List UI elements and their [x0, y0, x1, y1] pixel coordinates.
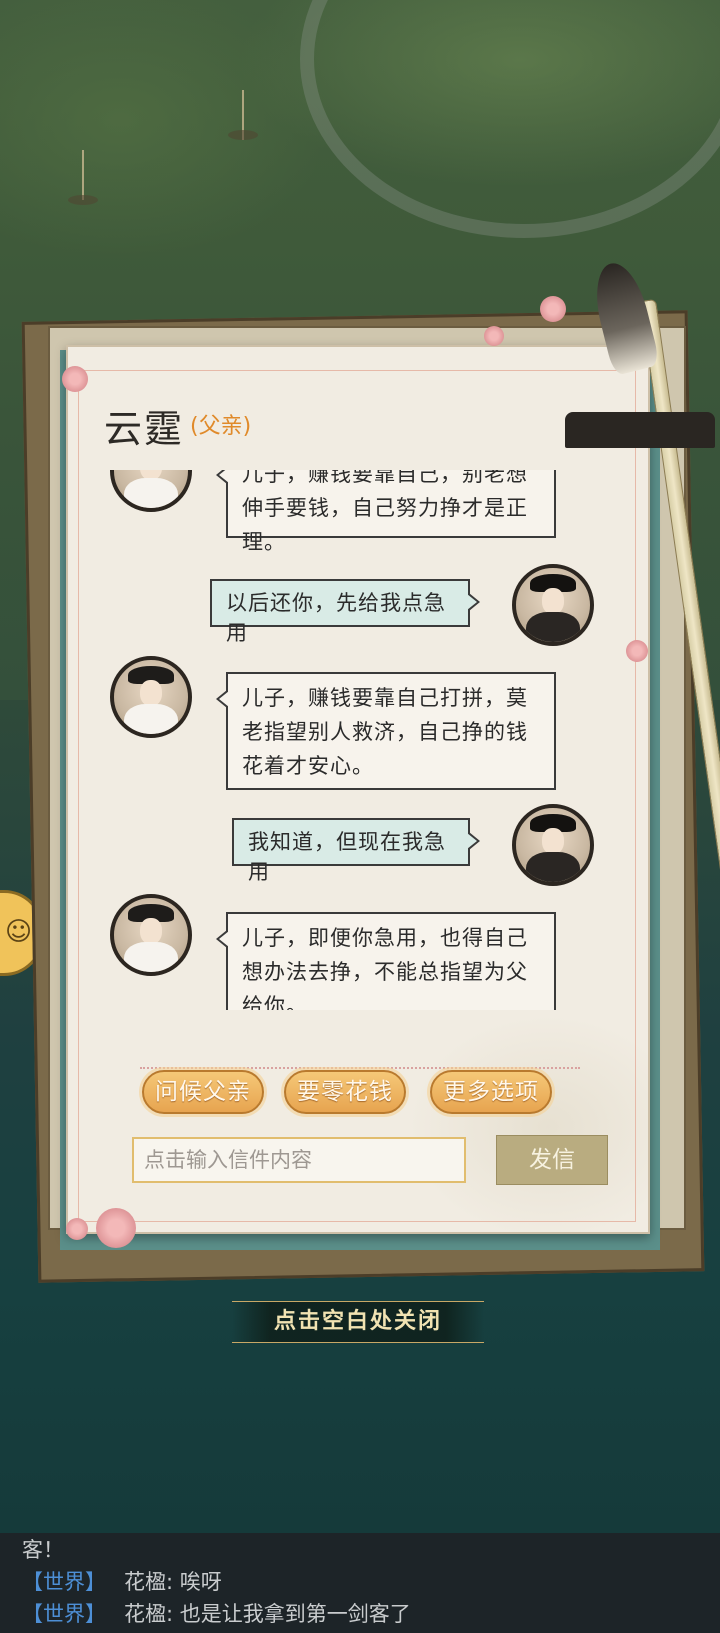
chat-user: 花楹:: [124, 1570, 174, 1594]
chat-channel: 【世界】: [22, 1570, 106, 1594]
father-avatar: [110, 470, 192, 512]
chat-text: 也是让我拿到第一剑客了: [179, 1602, 411, 1626]
sender-name: 云霆: [104, 407, 185, 451]
message-bubble-son: 以后还你，先给我点急用: [210, 579, 480, 645]
blossom-icon: [66, 1218, 88, 1240]
blossom-icon: [484, 326, 504, 346]
training-post-base: [228, 130, 258, 140]
blossom-icon: [96, 1208, 136, 1248]
letter-chat-area[interactable]: 儿子，赚钱要靠自己，别老想伸手要钱，自己努力挣才是正理。 以后还你，先给我点急用…: [88, 470, 628, 1010]
son-avatar: [512, 564, 594, 646]
message-bubble-father: 儿子，赚钱要靠自己打拼，莫老指望别人救济，自己挣的钱花着才安心。: [216, 672, 556, 790]
chat-text: 唉呀: [179, 1570, 222, 1594]
blossom-icon: [540, 296, 566, 322]
option-more-button[interactable]: 更多选项: [430, 1070, 552, 1114]
message-bubble-son: 我知道，但现在我急用: [232, 818, 480, 884]
letter-input[interactable]: [132, 1137, 466, 1183]
father-avatar: [110, 894, 192, 976]
chat-user: 花楹:: [124, 1602, 174, 1626]
training-post: [82, 150, 84, 200]
father-avatar: [110, 656, 192, 738]
training-post-base: [68, 195, 98, 205]
son-avatar: [512, 804, 594, 886]
message-bubble-father: 儿子，赚钱要靠自己，别老想伸手要钱，自己努力挣才是正理。: [216, 470, 556, 554]
brush-rest: [565, 412, 715, 448]
send-letter-button[interactable]: 发信: [496, 1135, 608, 1185]
close-hint[interactable]: 点击空白处关闭: [232, 1301, 484, 1343]
chat-line: 【世界】 花楹: 也是让我拿到第一剑客了: [22, 1599, 411, 1629]
blossom-icon: [626, 640, 648, 662]
divider: [140, 1067, 580, 1069]
message-bubble-father: 儿子，即便你急用，也得自己想办法去挣，不能总指望为父给你。: [216, 912, 556, 1010]
chat-line: 客！: [22, 1538, 64, 1562]
world-chat-panel[interactable]: 客！ 【世界】 花楹: 唉呀 【世界】 花楹: 也是让我拿到第一剑客了: [0, 1533, 720, 1633]
chat-channel: 【世界】: [22, 1602, 106, 1626]
option-pocket-money-button[interactable]: 要零花钱: [284, 1070, 406, 1114]
chat-line: 【世界】 花楹: 唉呀: [22, 1567, 222, 1597]
chat-bubble-icon: ☺: [5, 917, 33, 947]
blossom-icon: [62, 366, 88, 392]
option-greet-father-button[interactable]: 问候父亲: [142, 1070, 264, 1114]
sender-relation: (父亲): [190, 414, 252, 439]
